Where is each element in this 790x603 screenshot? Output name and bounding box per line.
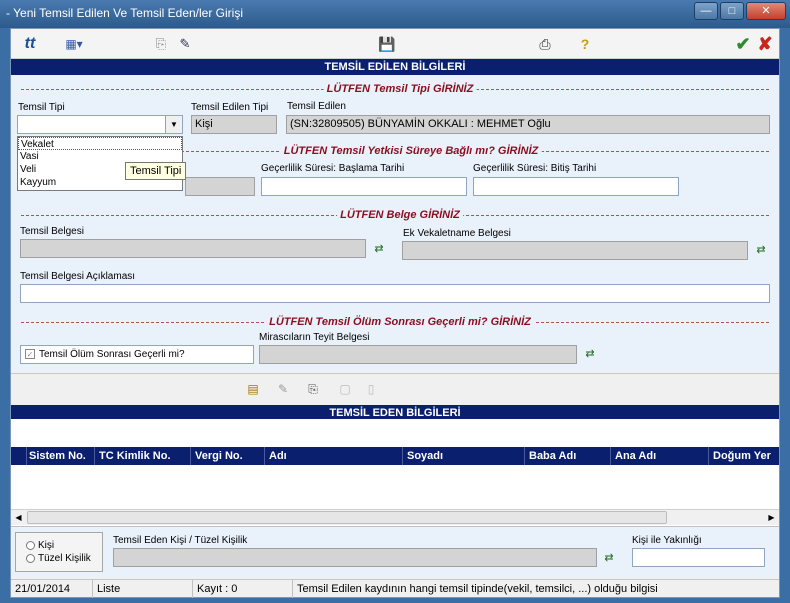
column-soyadi[interactable]: Soyadı [403, 447, 525, 465]
kisi-tipi-radio-group: Kişi Tüzel Kişilik [15, 532, 103, 572]
olum-sonrasi-checkbox[interactable]: ✓ Temsil Ölüm Sonrası Geçerli mi? [20, 345, 254, 364]
edit-check-icon[interactable]: ✎ [175, 33, 195, 55]
separator-temsil-tipi: LÜTFEN Temsil Tipi GİRİNİZ [21, 83, 769, 95]
grid-toolbar: ▤ ✎ ⎘ ▢ ▯ [11, 373, 779, 403]
grid-menu-icon[interactable]: ▦▾ [61, 33, 87, 55]
checkbox-icon[interactable]: ✓ [25, 349, 35, 360]
confirm-icon[interactable]: ✔ [733, 33, 753, 55]
separator-label: LÜTFEN Temsil Ölüm Sonrası Geçerli mi? G… [266, 316, 534, 328]
temsil-edilen-label: Temsil Edilen [287, 101, 346, 112]
status-count: Kayıt : 0 [193, 580, 293, 598]
scroll-right-icon[interactable]: ▶ [764, 511, 779, 525]
aciklama-label: Temsil Belgesi Açıklaması [20, 271, 136, 282]
radio-tuzel[interactable]: Tüzel Kişilik [16, 552, 102, 565]
yakinlik-label: Kişi ile Yakınlığı [632, 535, 702, 546]
tooltip: Temsil Tipi [125, 162, 187, 180]
dropdown-option[interactable]: Vekalet [18, 137, 182, 150]
title-bar: - Yeni Temsil Edilen Ve Temsil Eden/ler … [0, 0, 790, 28]
temsil-eden-field[interactable] [113, 548, 597, 567]
ek-vekaletname-label: Ek Vekaletname Belgesi [403, 228, 511, 239]
aciklama-field[interactable] [20, 284, 770, 303]
column-sistem-no[interactable]: Sistem No. [25, 447, 95, 465]
attach-document-icon[interactable]: ⇄ [372, 242, 386, 256]
radio-kisi[interactable]: Kişi [16, 539, 102, 552]
cancel-icon[interactable]: ✘ [755, 33, 775, 55]
help-icon[interactable]: ? [575, 33, 595, 55]
column-ana-adi[interactable]: Ana Adı [611, 447, 709, 465]
ek-vekaletname-field[interactable] [402, 241, 748, 260]
radio-kisi-label: Kişi [38, 540, 55, 551]
temsil-belgesi-field[interactable] [20, 239, 366, 258]
print-icon[interactable]: ⎙ [535, 33, 555, 55]
bitis-tarihi-label: Geçerlilik Süresi: Bitiş Tarihi [473, 163, 597, 174]
column-baba-adi[interactable]: Baba Adı [525, 447, 611, 465]
separator-olum: LÜTFEN Temsil Ölüm Sonrası Geçerli mi? G… [21, 316, 769, 328]
app-window: - Yeni Temsil Edilen Ve Temsil Eden/ler … [0, 0, 790, 603]
delete-record-icon[interactable]: ▢ [337, 378, 353, 400]
yakinlik-field[interactable] [632, 548, 765, 567]
baslama-tarihi-label: Geçerlilik Süresi: Başlama Tarihi [261, 163, 405, 174]
chevron-down-icon[interactable]: ▼ [165, 116, 182, 133]
temsil-edilen-tipi-label: Temsil Edilen Tipi [191, 102, 269, 113]
column-dogum-yeri[interactable]: Doğum Yer [709, 447, 779, 465]
separator-label: LÜTFEN Temsil Tipi GİRİNİZ [323, 83, 477, 95]
toolbar: tt ▦▾ ⎘ ✎ 💾 ⎙ ? ✔ ✘ [11, 29, 779, 59]
temsil-tipi-combo[interactable]: ▼ [17, 115, 183, 134]
radio-icon[interactable] [26, 553, 35, 563]
radio-icon[interactable] [26, 540, 35, 550]
scroll-left-icon[interactable]: ◀ [11, 511, 26, 525]
radio-tuzel-label: Tüzel Kişilik [38, 553, 91, 564]
search-person-icon[interactable]: ⇄ [602, 551, 616, 565]
window-title: - Yeni Temsil Edilen Ve Temsil Eden/ler … [6, 6, 243, 20]
temsil-edilen-panel: LÜTFEN Temsil Tipi GİRİNİZ Temsil Tipi ▼… [11, 75, 779, 371]
app-logo-icon[interactable]: tt [19, 33, 41, 55]
horizontal-scrollbar[interactable]: ◀ ▶ [11, 509, 779, 525]
grid-header: Sistem No. TC Kimlik No. Vergi No. Adı S… [11, 447, 779, 465]
close-window-button[interactable]: ✕ [746, 2, 786, 20]
temsil-edilen-tipi-field[interactable]: Kişi [191, 115, 277, 134]
column-adi[interactable]: Adı [265, 447, 403, 465]
mirasci-label: Mirascıların Teyit Belgesi [259, 332, 370, 343]
sure-field[interactable] [185, 177, 255, 196]
save-icon[interactable]: 💾 [377, 33, 397, 55]
maximize-button[interactable]: □ [720, 2, 744, 20]
new-record-icon[interactable]: ▤ [245, 378, 261, 400]
copy-record-icon[interactable]: ⎘ [305, 378, 321, 400]
section-header-temsil-edilen: TEMSİL EDİLEN BİLGİLERİ [11, 59, 779, 75]
attach-extra-document-icon[interactable]: ⇄ [754, 243, 768, 257]
separator-label: LÜTFEN Temsil Yetkisi Süreye Bağlı mı? G… [280, 145, 542, 157]
temsil-tipi-label: Temsil Tipi [18, 102, 65, 113]
copy-icon[interactable]: ⎘ [151, 33, 171, 55]
temsil-belgesi-label: Temsil Belgesi [20, 226, 84, 237]
column-vergi-no[interactable]: Vergi No. [191, 447, 265, 465]
status-date: 21/01/2014 [11, 580, 93, 598]
olum-sonrasi-label: Temsil Ölüm Sonrası Geçerli mi? [39, 349, 185, 360]
separator-belge: LÜTFEN Belge GİRİNİZ [21, 209, 769, 221]
view-record-icon[interactable]: ▯ [363, 378, 379, 400]
form-client-area: tt ▦▾ ⎘ ✎ 💾 ⎙ ? ✔ ✘ TEMSİL EDİLEN BİLGİL… [10, 28, 780, 598]
status-hint: Temsil Edilen kaydının hangi temsil tipi… [297, 583, 658, 595]
temsil-edilen-field[interactable]: (SN:32809505) BÜNYAMİN OKKALI : MEHMET O… [286, 115, 770, 134]
temsil-eden-label: Temsil Eden Kişi / Tüzel Kişilik [113, 535, 248, 546]
scroll-thumb[interactable] [27, 511, 667, 524]
temsil-eden-entry: Kişi Tüzel Kişilik Temsil Eden Kişi / Tü… [11, 527, 779, 577]
bitis-tarihi-field[interactable] [473, 177, 679, 196]
separator-label: LÜTFEN Belge GİRİNİZ [337, 209, 463, 221]
attach-mirasci-icon[interactable]: ⇄ [583, 347, 597, 361]
status-mode: Liste [93, 580, 193, 598]
status-bar: 21/01/2014 Liste Kayıt : 0 Temsil Edilen… [11, 579, 779, 598]
temsil-eden-grid: Sistem No. TC Kimlik No. Vergi No. Adı S… [11, 419, 779, 527]
column-tc-kimlik[interactable]: TC Kimlik No. [95, 447, 191, 465]
mirasci-field[interactable] [259, 345, 577, 364]
baslama-tarihi-field[interactable] [261, 177, 467, 196]
minimize-button[interactable]: — [694, 2, 718, 20]
edit-record-icon[interactable]: ✎ [275, 378, 291, 400]
